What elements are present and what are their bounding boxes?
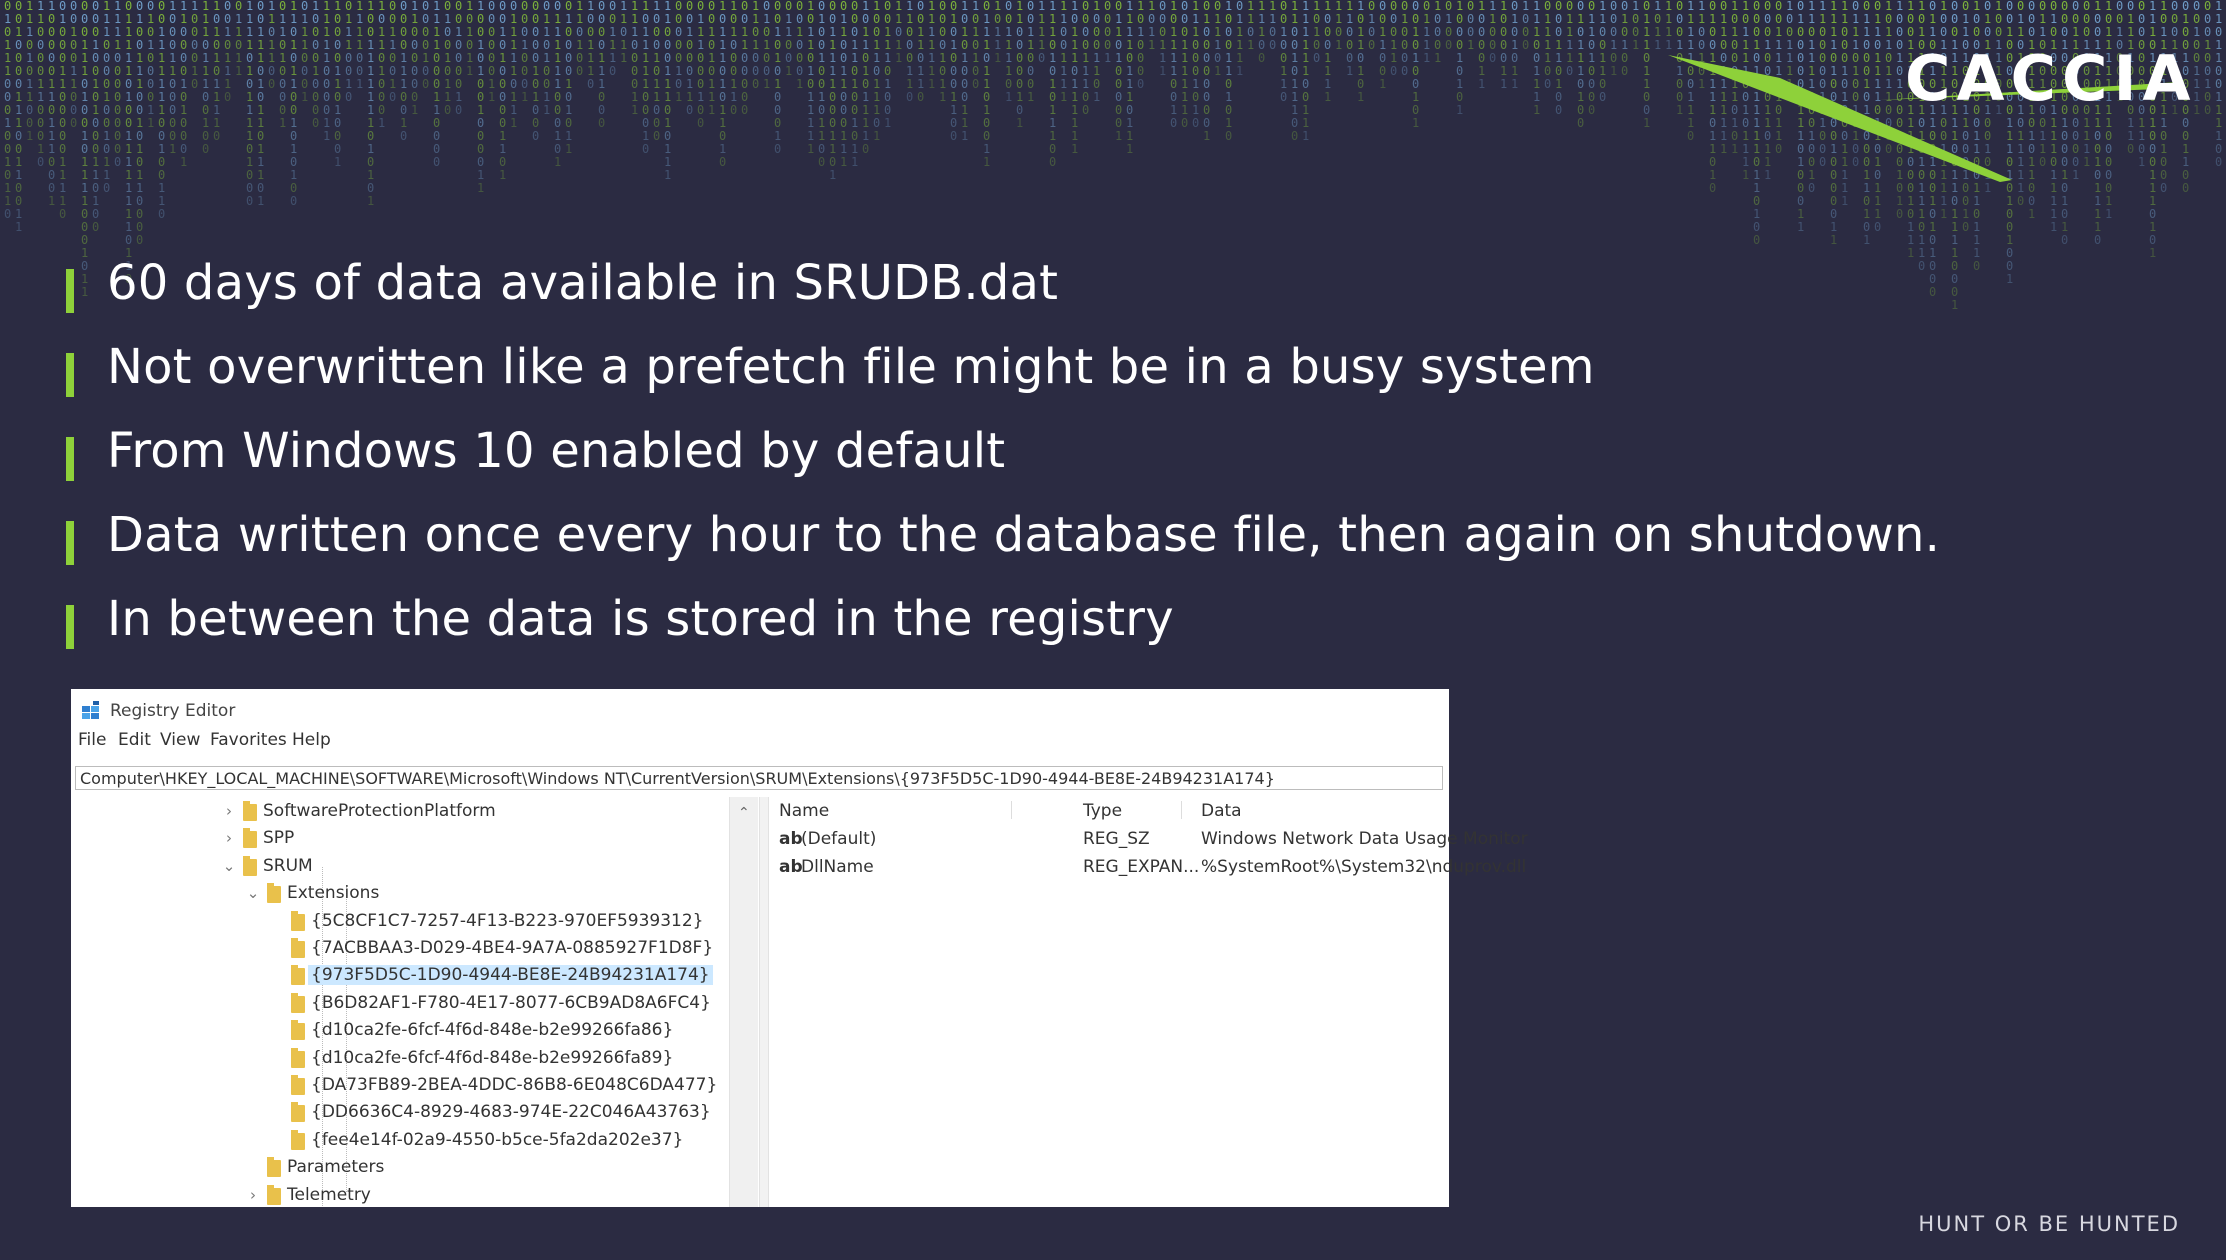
folder-icon — [243, 801, 257, 821]
pane-splitter[interactable] — [759, 797, 769, 1207]
bullet-marker — [66, 605, 74, 649]
footer-tagline: HUNT OR BE HUNTED — [1918, 1212, 2180, 1236]
tree-node-label: {5C8CF1C7-7257-4F13-B223-970EF5939312} — [311, 910, 704, 931]
value-data: %SystemRoot%\System32\nduprov.dll — [1201, 857, 1527, 877]
binary-digit: 0 — [1951, 272, 1958, 286]
tree-node-label: {fee4e14f-02a9-4550-b5ce-5fa2da202e37} — [311, 1129, 684, 1150]
binary-digit: 1 — [81, 285, 88, 299]
column-separator[interactable] — [1011, 801, 1012, 819]
tree-node-label: {DA73FB89-2BEA-4DDC-86B8-6E048C6DA477} — [311, 1075, 718, 1095]
folder-icon — [291, 1047, 305, 1068]
menu-bar: File Edit View Favorites Help — [71, 725, 1449, 751]
column-data[interactable]: Data — [1201, 801, 1242, 821]
value-type: REG_SZ — [1083, 829, 1150, 849]
tree-node-label: Parameters — [287, 1157, 385, 1178]
binary-digit: 0 — [1929, 259, 1936, 273]
value-data: Windows Network Data Usage Monitor — [1201, 829, 1528, 849]
expand-chevron-icon[interactable]: ⌄ — [221, 857, 237, 875]
folder-icon — [267, 1184, 281, 1205]
folder-icon — [291, 965, 305, 986]
tree-node-label: SPP — [263, 828, 295, 849]
column-name[interactable]: Name — [779, 801, 829, 821]
folder-icon — [291, 1020, 305, 1041]
scroll-up-icon[interactable]: ⌃ — [738, 805, 750, 821]
expand-chevron-icon[interactable]: ⌄ — [245, 884, 261, 902]
folder-icon — [243, 855, 257, 876]
folder-icon — [291, 938, 305, 958]
bullet-marker — [66, 269, 74, 313]
folder-icon — [267, 883, 281, 904]
folder-icon — [291, 1075, 305, 1095]
binary-digit: 1 — [2006, 272, 2013, 286]
menu-edit[interactable]: Edit — [118, 730, 151, 750]
folder-icon — [291, 910, 305, 931]
binary-digit: 0 — [1951, 259, 1958, 273]
binary-digit: 0 — [2006, 259, 2013, 273]
binary-digit: 1 — [81, 272, 88, 286]
binary-digit: 0 — [1918, 259, 1925, 273]
tree-node-label: {DD6636C4-8929-4683-974E-22C046A43763} — [311, 1102, 711, 1123]
registry-tree: › SoftwareProtectionPlatform › SPP ⌄ SRUM ⌄ Ext… — [71, 797, 759, 1207]
bullet-text: From Windows 10 enabled by default — [107, 423, 1006, 479]
folder-icon — [243, 828, 257, 849]
tree-node-label: Telemetry — [287, 1184, 371, 1205]
binary-digit: 0 — [1929, 272, 1936, 286]
title-bar: Registry Editor — [71, 689, 1449, 725]
tree-node-label: Extensions — [287, 883, 380, 904]
bullet-marker — [66, 353, 74, 397]
folder-icon — [267, 1157, 281, 1178]
menu-favorites[interactable]: Favorites — [210, 730, 287, 750]
logo-swoosh — [1668, 55, 2186, 182]
tree-node-label: SoftwareProtectionPlatform — [263, 801, 496, 821]
folder-icon — [291, 1129, 305, 1150]
address-bar[interactable]: Computer\HKEY_LOCAL_MACHINE\SOFTWARE\Mic… — [75, 766, 1443, 790]
folder-icon — [291, 1102, 305, 1123]
registry-editor-window: Registry Editor File Edit View Favorites… — [71, 689, 1528, 1207]
caccia-logo: CACCIA — [1895, 38, 2205, 188]
expand-chevron-icon[interactable]: › — [221, 829, 237, 847]
tree-node-label: {7ACBBAA3-D029-4BE4-9A7A-0885927F1D8F} — [311, 938, 714, 958]
expand-chevron-icon[interactable]: › — [221, 802, 237, 820]
column-separator[interactable] — [1181, 801, 1182, 819]
expand-chevron-icon[interactable]: › — [245, 1186, 261, 1204]
bullet-text: Data written once every hour to the data… — [107, 507, 1941, 563]
menu-help[interactable]: Help — [292, 730, 331, 750]
binary-digit: 0 — [1973, 259, 1980, 273]
value-type: REG_EXPAN... — [1083, 857, 1200, 877]
string-value-icon: ab — [779, 829, 803, 849]
tree-node-label: {d10ca2fe-6fcf-4f6d-848e-b2e99266fa89} — [311, 1047, 674, 1068]
menu-view[interactable]: View — [160, 730, 200, 750]
window-title: Registry Editor — [110, 701, 236, 721]
binary-digit: 0 — [1929, 285, 1936, 299]
menu-file[interactable]: File — [78, 730, 106, 750]
value-name: (Default) — [801, 829, 877, 849]
logo-wordmark: CACCIA — [1905, 42, 2197, 115]
tree-node-label: {973F5D5C-1D90-4944-BE8E-24B94231A174} — [308, 965, 713, 986]
values-pane: Name Type Data ab (Default) REG_SZ Windo… — [769, 797, 1528, 1207]
bullet-text: In between the data is stored in the reg… — [107, 591, 1174, 647]
binary-digit: 0 — [81, 259, 88, 273]
registry-editor-icon — [82, 701, 99, 719]
tree-scrollbar[interactable]: ⌃ — [729, 797, 758, 1207]
values-header: Name Type Data — [769, 797, 1449, 823]
tree-node-label: {d10ca2fe-6fcf-4f6d-848e-b2e99266fa86} — [311, 1020, 674, 1041]
tree-node-label: SRUM — [263, 855, 313, 876]
value-row[interactable]: ab (Default) REG_SZ Windows Network Data… — [769, 827, 1528, 853]
value-row[interactable]: ab DllName REG_EXPAN... %SystemRoot%\Sys… — [769, 855, 1526, 881]
bullet-marker — [66, 521, 74, 565]
bullet-text: 60 days of data available in SRUDB.dat — [107, 255, 1059, 311]
tree-node-label: {B6D82AF1-F780-4E17-8077-6CB9AD8A6FC4} — [311, 992, 711, 1013]
bullet-marker — [66, 437, 74, 481]
folder-icon — [291, 992, 305, 1013]
value-name: DllName — [801, 857, 874, 877]
column-type[interactable]: Type — [1083, 801, 1122, 821]
binary-digit: 0 — [1951, 285, 1958, 299]
binary-digit: 1 — [1951, 298, 1958, 312]
bullet-text: Not overwritten like a prefetch file mig… — [107, 339, 1595, 395]
string-value-icon: ab — [779, 857, 803, 877]
